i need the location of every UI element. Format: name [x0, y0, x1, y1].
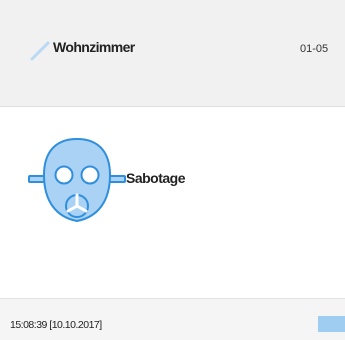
status-indicator — [318, 316, 345, 332]
event-label: Sabotage — [126, 170, 186, 186]
card-body: Sabotage — [0, 107, 345, 297]
room-name: Wohnzimmer — [53, 39, 135, 55]
card-header: Wohnzimmer 01-05 — [0, 0, 345, 107]
event-card: Wohnzimmer 01-05 Sabotage 15:08:39 [10.1… — [0, 0, 345, 340]
pencil-icon[interactable] — [29, 39, 51, 61]
event-timestamp: 15:08:39 [10.10.2017] — [10, 319, 102, 331]
room-id: 01-05 — [300, 43, 329, 55]
gas-mask-icon — [28, 137, 126, 223]
card-footer: 15:08:39 [10.10.2017] — [0, 298, 345, 340]
